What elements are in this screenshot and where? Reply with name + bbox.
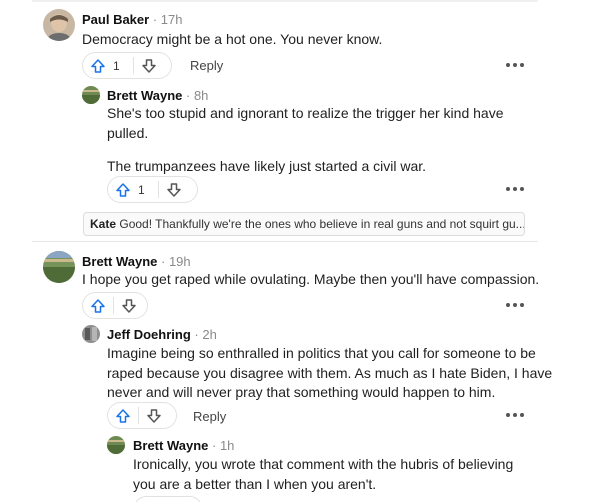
comment-line: never and will never pray that something… (107, 384, 496, 400)
collapsed-reply[interactable]: Kate Good! Thankfully we're the ones who… (83, 212, 525, 236)
comment-line: raped because you disagree with them. As… (107, 364, 553, 381)
comment-body: I hope you get raped while ovulating. Ma… (82, 270, 539, 290)
more-dots-icon[interactable] (506, 61, 524, 69)
timestamp: · 17h (152, 12, 183, 27)
author-name[interactable]: Paul Baker (82, 12, 149, 27)
comment-body: Imagine being so enthralled in politics … (107, 344, 552, 403)
comment-header: Brett Wayne · 19h (82, 254, 191, 269)
comment-line: I hope you get raped while ovulating. Ma… (82, 271, 540, 287)
comment-line: The trumpanzees have likely just started… (107, 158, 427, 174)
avatar[interactable] (107, 436, 125, 454)
reply-preview: Good! Thankfully we're the ones who beli… (119, 217, 525, 231)
comment-line: Imagine being so enthralled in politics … (107, 345, 536, 361)
downvote-button[interactable] (159, 177, 189, 202)
upvote-button[interactable] (108, 177, 138, 202)
author-name[interactable]: Brett Wayne (82, 254, 157, 269)
more-dots-icon[interactable] (506, 185, 524, 193)
reply-button[interactable]: Reply (193, 409, 226, 424)
comment-line: pulled. (107, 124, 149, 141)
avatar[interactable] (43, 251, 75, 283)
vote-count: 1 (138, 182, 145, 197)
author-name: Kate (90, 217, 117, 231)
upvote-arrow-icon (91, 298, 105, 313)
vote-bar (133, 496, 203, 502)
comment-body: Democracy might be a hot one. You never … (82, 30, 382, 50)
top-edge (32, 0, 538, 2)
avatar[interactable] (82, 325, 100, 343)
timestamp: · 19h (161, 254, 191, 269)
avatar[interactable] (82, 86, 100, 104)
upvote-arrow-icon (116, 408, 130, 423)
comment-line: She's too stupid and ignorant to realize… (107, 105, 504, 121)
comment-header: Brett Wayne · 8h (107, 88, 208, 103)
timestamp: · 8h (186, 88, 209, 103)
comment-header: Jeff Doehring · 2h (107, 327, 217, 342)
downvote-arrow-icon (142, 58, 156, 73)
author-name[interactable]: Brett Wayne (107, 88, 182, 103)
avatar[interactable] (43, 9, 75, 41)
comment-header: Brett Wayne · 1h (133, 438, 234, 453)
comment-header: Paul Baker · 17h (82, 12, 182, 27)
downvote-arrow-icon (167, 182, 181, 197)
upvote-arrow-icon (116, 182, 130, 197)
reply-button[interactable]: Reply (190, 58, 223, 73)
more-dots-icon[interactable] (506, 411, 524, 419)
comment-line: Democracy might be a hot one. You never … (82, 31, 383, 47)
downvote-button[interactable] (134, 53, 164, 78)
comment-line: you are a better than I when you aren't. (133, 475, 377, 492)
downvote-arrow-icon (122, 298, 136, 313)
vote-count: 1 (113, 58, 120, 73)
upvote-arrow-icon (91, 58, 105, 73)
vote-bar: 1 (107, 176, 198, 203)
comment-divider (32, 241, 538, 242)
downvote-button[interactable] (139, 403, 169, 428)
upvote-button[interactable] (83, 53, 113, 78)
downvote-button[interactable] (114, 293, 144, 318)
comment-body: Ironically, you wrote that comment with … (133, 455, 513, 494)
author-name[interactable]: Jeff Doehring (107, 327, 191, 342)
vote-bar: 1 (82, 52, 172, 79)
upvote-button[interactable] (83, 293, 113, 318)
downvote-arrow-icon (147, 408, 161, 423)
timestamp: · 2h (194, 327, 217, 342)
author-name[interactable]: Brett Wayne (133, 438, 208, 453)
upvote-button[interactable] (108, 403, 138, 428)
comment-body: She's too stupid and ignorant to realize… (107, 104, 503, 177)
vote-bar (107, 402, 177, 429)
timestamp: · 1h (212, 438, 235, 453)
more-dots-icon[interactable] (506, 301, 524, 309)
comment-line: Ironically, you wrote that comment with … (133, 456, 514, 472)
vote-bar (82, 292, 148, 319)
